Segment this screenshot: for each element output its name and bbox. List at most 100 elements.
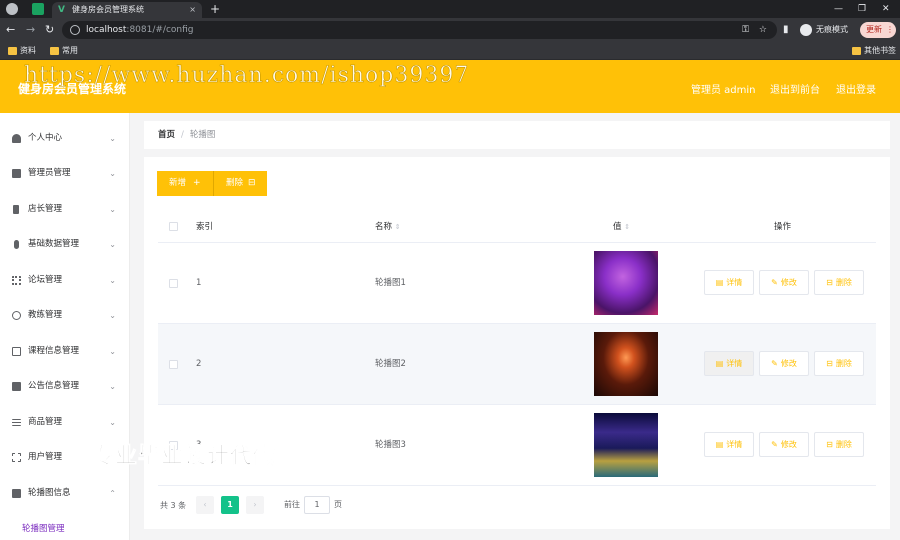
pagination-total: 共 3 条 [160,501,187,510]
sidebar-item-notice[interactable]: 公告信息管理 ⌄ [0,369,130,404]
header-index[interactable]: 索引 [196,211,213,243]
close-window-icon[interactable]: ✕ [882,0,890,18]
notebook-icon [12,489,21,498]
back-to-front-link[interactable]: 退出到前台 [770,81,820,96]
update-label: 更新 [866,25,882,34]
table-row[interactable]: 2 轮播图2 ▤ 详情 ✎ 修改 ⊟ 删除 [158,324,876,405]
browser-menu-icon[interactable] [6,3,18,15]
content-panel: 新增 + 删除 ⊟ 索引 名称 ⇕ 值 ⇕ 操作 1 轮播图1 ▤ 详情 ✎ 修改 ⊟ 删… [144,157,890,529]
restore-icon[interactable]: ❐ [858,0,866,18]
edit-icon: ✎ [771,359,778,368]
delete-button[interactable]: 删除 ⊟ [213,171,267,196]
table-row[interactable]: 1 轮播图1 ▤ 详情 ✎ 修改 ⊟ 删除 [158,243,876,324]
chevron-down-icon: ⌄ [109,418,116,427]
sidebar-item-admin[interactable]: 管理员管理 ⌄ [0,156,130,191]
header-name[interactable]: 名称 ⇕ [375,211,401,243]
spreadsheet-tab-icon[interactable] [32,3,44,15]
detail-button[interactable]: ▤ 详情 [704,432,754,457]
row-delete-button[interactable]: ⊟ 删除 [814,270,864,295]
detail-button[interactable]: ▤ 详情 [704,351,754,376]
carousel-image[interactable] [594,413,658,477]
table-header: 索引 名称 ⇕ 值 ⇕ 操作 [158,211,876,243]
add-button[interactable]: 新增 + [157,171,213,196]
chart-icon [12,382,21,391]
logout-link[interactable]: 退出登录 [836,81,876,96]
chevron-down-icon: ⌄ [109,134,116,143]
grid-icon [12,276,21,285]
bookmark-ziliao[interactable]: 资料 [8,42,36,60]
chevron-down-icon: ⌄ [109,276,116,285]
row-delete-button[interactable]: ⊟ 删除 [814,351,864,376]
phone-icon [13,205,19,214]
update-button[interactable]: 更新 ⋮ [860,22,896,38]
chevron-up-icon: ⌃ [109,489,116,498]
admin-user-label: 管理员 admin [691,85,756,96]
sort-icon[interactable]: ⇕ [395,223,401,231]
page-button-1[interactable]: 1 [221,496,239,514]
trash-icon: ⊟ [826,278,833,287]
new-tab-icon[interactable]: + [210,0,220,18]
header-ops: 操作 [774,222,792,232]
carousel-image[interactable] [594,332,658,396]
vue-logo-icon: V [58,5,65,15]
document-icon: ▤ [715,359,724,368]
chevron-down-icon: ⌄ [109,169,116,178]
incognito-icon [800,24,812,36]
row-name: 轮播图3 [375,440,406,450]
forward-icon[interactable]: → [26,18,35,42]
bookmark-changyong[interactable]: 常用 [50,42,78,60]
site-info-icon[interactable] [70,25,80,35]
row-delete-button[interactable]: ⊟ 删除 [814,432,864,457]
bookmark-other[interactable]: 其他书签 [852,42,896,60]
tab-title: 健身房会员管理系统 [72,5,144,14]
sidebar-item-goods[interactable]: 商品管理 ⌄ [0,405,130,440]
sidebar: 个人中心 ⌄ 管理员管理 ⌄ 店长管理 ⌄ 基础数据管理 ⌄ 论坛管理 ⌄ 教练管理 ⌄ 课… [0,113,130,540]
key-icon[interactable]: ⚿ [742,21,749,39]
reload-icon[interactable]: ↻ [45,18,54,42]
chevron-down-icon: ⌄ [109,205,116,214]
chevron-down-icon: ⌄ [109,240,116,249]
row-checkbox[interactable] [169,279,178,288]
breadcrumb-home[interactable]: 首页 [158,130,175,140]
star-icon[interactable]: ☆ [759,21,767,39]
sort-icon[interactable]: ⇕ [624,223,630,231]
prev-page-button[interactable]: ‹ [196,496,214,514]
next-page-button[interactable]: › [246,496,264,514]
edit-icon: ✎ [771,440,778,449]
select-all-checkbox[interactable] [169,222,178,231]
sidebar-item-carousel[interactable]: 轮播图信息 ⌃ [0,476,130,511]
url-input[interactable]: localhost:8081/#/config ⚿ ☆ [62,21,777,39]
active-tab[interactable]: V 健身房会员管理系统 × [52,2,202,18]
chevron-down-icon: ⌄ [109,382,116,391]
url-host: localhost [86,25,127,35]
breadcrumb-separator: / [181,130,184,140]
main-content: 首页 / 轮播图 新增 + 删除 ⊟ 索引 名称 ⇕ 值 ⇕ 操作 1 轮播图1 ▤ 详情… [130,113,900,540]
sidebar-item-coach[interactable]: 教练管理 ⌄ [0,298,130,333]
row-index: 1 [196,278,202,288]
user-icon [12,134,21,143]
row-name: 轮播图2 [375,359,406,369]
edit-button[interactable]: ✎ 修改 [759,351,809,376]
sidebar-item-course[interactable]: 课程信息管理 ⌄ [0,334,130,369]
row-checkbox[interactable] [169,360,178,369]
back-icon[interactable]: ← [6,18,15,42]
sidebar-item-forum[interactable]: 论坛管理 ⌄ [0,263,130,298]
minimize-icon[interactable]: — [834,0,843,18]
sidebar-subitem-carousel-manage[interactable]: 轮播图管理 [0,519,130,539]
detail-button[interactable]: ▤ 详情 [704,270,754,295]
app-header: 健身房会员管理系统 https://www.huzhan.com/ishop39… [0,60,900,113]
sidepanel-icon[interactable]: ▮ [783,18,789,42]
sidebar-item-personal-center[interactable]: 个人中心 ⌄ [0,121,130,156]
sidebar-item-manager[interactable]: 店长管理 ⌄ [0,192,130,227]
edit-button[interactable]: ✎ 修改 [759,432,809,457]
incognito-indicator[interactable]: 无痕模式 [800,22,848,38]
sidebar-item-base-data[interactable]: 基础数据管理 ⌄ [0,227,130,262]
carousel-image[interactable] [594,251,658,315]
edit-button[interactable]: ✎ 修改 [759,270,809,295]
header-value[interactable]: 值 ⇕ [613,211,630,243]
chevron-down-icon: ⌄ [109,311,116,320]
close-tab-icon[interactable]: × [189,2,196,18]
trash-icon: ⊟ [826,359,833,368]
goto-page-input[interactable]: 1 [304,496,330,514]
document-icon: ▤ [715,440,724,449]
